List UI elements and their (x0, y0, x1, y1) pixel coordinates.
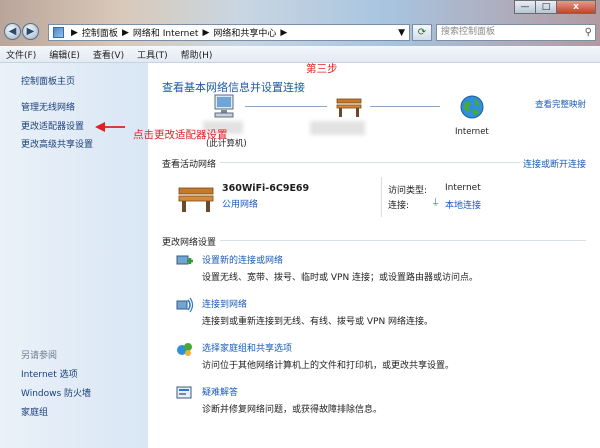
active-networks-heading: 查看活动网络 (162, 160, 217, 170)
task-connect-network: 连接到网络 连接到或重新连接到无线、有线、拨号或 VPN 网络连接。 (202, 297, 433, 327)
title-bar: — □ x ◀ ▶ ▶ 控制面板 ▶ 网络和 Internet ▶ 网络和共享中… (0, 0, 600, 46)
menu-view[interactable]: 查看(V) (93, 48, 124, 61)
task-description: 诊断并修复网络问题，或获得故障排除信息。 (202, 405, 383, 415)
task-new-connection: 设置新的连接或网络 设置无线、宽带、拨号、临时或 VPN 连接；或设置路由器或访… (202, 253, 478, 283)
menu-tools[interactable]: 工具(T) (137, 48, 168, 61)
access-type-value: Internet (445, 183, 481, 193)
public-network-bench-icon (178, 187, 214, 212)
connect-network-icon (176, 297, 194, 313)
menu-bar: 文件(F) 编辑(E) 查看(V) 工具(T) 帮助(H) (0, 46, 600, 63)
section-divider (220, 240, 586, 241)
back-arrow-icon: ◀ (8, 26, 17, 37)
breadcrumb-control-panel[interactable]: 控制面板 (82, 26, 118, 39)
task-troubleshoot: 疑难解答 诊断并修复网络问题，或获得故障排除信息。 (202, 385, 382, 415)
internet-globe-icon (460, 95, 484, 119)
search-input[interactable]: 搜索控制面板 ⚲ (436, 24, 596, 41)
homegroup-sharing-link[interactable]: 选择家庭组和共享选项 (202, 341, 454, 354)
blurred-network-name (310, 121, 365, 135)
sidebar-item-advanced-sharing[interactable]: 更改高级共享设置 (21, 137, 93, 150)
network-name: 360WiFi-6C9E69 (222, 183, 310, 194)
connection-label: 连接: (388, 201, 410, 211)
task-description: 访问位于其他网络计算机上的文件和打印机，或更改共享设置。 (202, 361, 455, 371)
menu-help[interactable]: 帮助(H) (181, 48, 213, 61)
annotation-hint: 点击更改适配器设置 (133, 129, 228, 141)
view-full-map-link[interactable]: 查看完整映射 (535, 98, 586, 110)
local-connection-link[interactable]: 本地连接 (445, 198, 481, 211)
forward-arrow-icon: ▶ (26, 26, 35, 37)
refresh-button[interactable]: ⟳ (412, 24, 432, 41)
new-connection-link[interactable]: 设置新的连接或网络 (202, 253, 478, 266)
minimize-button[interactable]: — (514, 0, 536, 14)
map-connector (370, 106, 440, 107)
access-type-label: 访问类型: (388, 186, 428, 196)
menu-edit[interactable]: 编辑(E) (49, 48, 80, 61)
connect-disconnect-link[interactable]: 连接或断开连接 (523, 157, 586, 170)
back-button[interactable]: ◀ (4, 23, 21, 40)
chevron-right-icon: ▶ (280, 27, 288, 38)
connect-network-link[interactable]: 连接到网络 (202, 297, 433, 310)
breadcrumb-network-internet[interactable]: 网络和 Internet (133, 26, 199, 39)
search-placeholder: 搜索控制面板 (441, 27, 496, 37)
computer-icon (214, 94, 234, 118)
sidebar-item-homegroup[interactable]: 家庭组 (21, 405, 48, 418)
annotation-arrow-icon (95, 122, 125, 132)
forward-button[interactable]: ▶ (22, 23, 39, 40)
breadcrumb-network-sharing[interactable]: 网络和共享中心 (213, 26, 276, 39)
search-icon[interactable]: ⚲ (585, 25, 592, 40)
wired-connection-icon: ⍊ (433, 197, 439, 207)
chevron-down-icon[interactable]: ▼ (398, 28, 405, 38)
homegroup-icon (177, 343, 192, 356)
sidebar: 控制面板主页 管理无线网络 更改适配器设置 更改高级共享设置 另请参阅 Inte… (0, 63, 148, 448)
map-connector (245, 106, 327, 107)
see-also-heading: 另请参阅 (21, 351, 58, 361)
task-description: 连接到或重新连接到无线、有线、拨号或 VPN 网络连接。 (202, 317, 434, 327)
troubleshoot-icon (176, 386, 192, 399)
troubleshoot-link[interactable]: 疑难解答 (202, 385, 382, 398)
section-divider (220, 162, 520, 163)
network-type-link[interactable]: 公用网络 (222, 197, 258, 210)
network-info-divider (381, 177, 382, 217)
maximize-button[interactable]: □ (535, 0, 557, 14)
annotation-step: 第三步 (306, 63, 338, 75)
refresh-icon: ⟳ (417, 27, 427, 38)
sidebar-item-control-panel-home[interactable]: 控制面板主页 (21, 74, 75, 87)
main-content: 查看基本网络信息并设置连接 查看完整映射 (此计算机) Internet 查看活… (148, 63, 600, 448)
network-bench-icon (336, 98, 362, 117)
sidebar-item-change-adapter[interactable]: 更改适配器设置 (21, 119, 84, 132)
address-bar[interactable]: ▶ 控制面板 ▶ 网络和 Internet ▶ 网络和共享中心 ▶ ▼ (48, 24, 410, 41)
chevron-right-icon: ▶ (71, 27, 78, 38)
window-controls: — □ x (514, 0, 596, 14)
task-description: 设置无线、宽带、拨号、临时或 VPN 连接；或设置路由器或访问点。 (202, 273, 479, 283)
internet-label: Internet (455, 127, 489, 137)
change-settings-heading: 更改网络设置 (162, 238, 217, 248)
chevron-right-icon: ▶ (202, 27, 210, 38)
task-homegroup: 选择家庭组和共享选项 访问位于其他网络计算机上的文件和打印机，或更改共享设置。 (202, 341, 454, 371)
menu-file[interactable]: 文件(F) (6, 48, 36, 61)
control-panel-icon (53, 27, 64, 38)
chevron-right-icon: ▶ (121, 27, 129, 38)
sidebar-item-manage-wireless[interactable]: 管理无线网络 (21, 100, 75, 113)
close-button[interactable]: x (556, 0, 596, 14)
sidebar-item-windows-firewall[interactable]: Windows 防火墙 (21, 386, 91, 399)
new-connection-icon (176, 255, 193, 265)
sidebar-item-internet-options[interactable]: Internet 选项 (21, 367, 78, 380)
